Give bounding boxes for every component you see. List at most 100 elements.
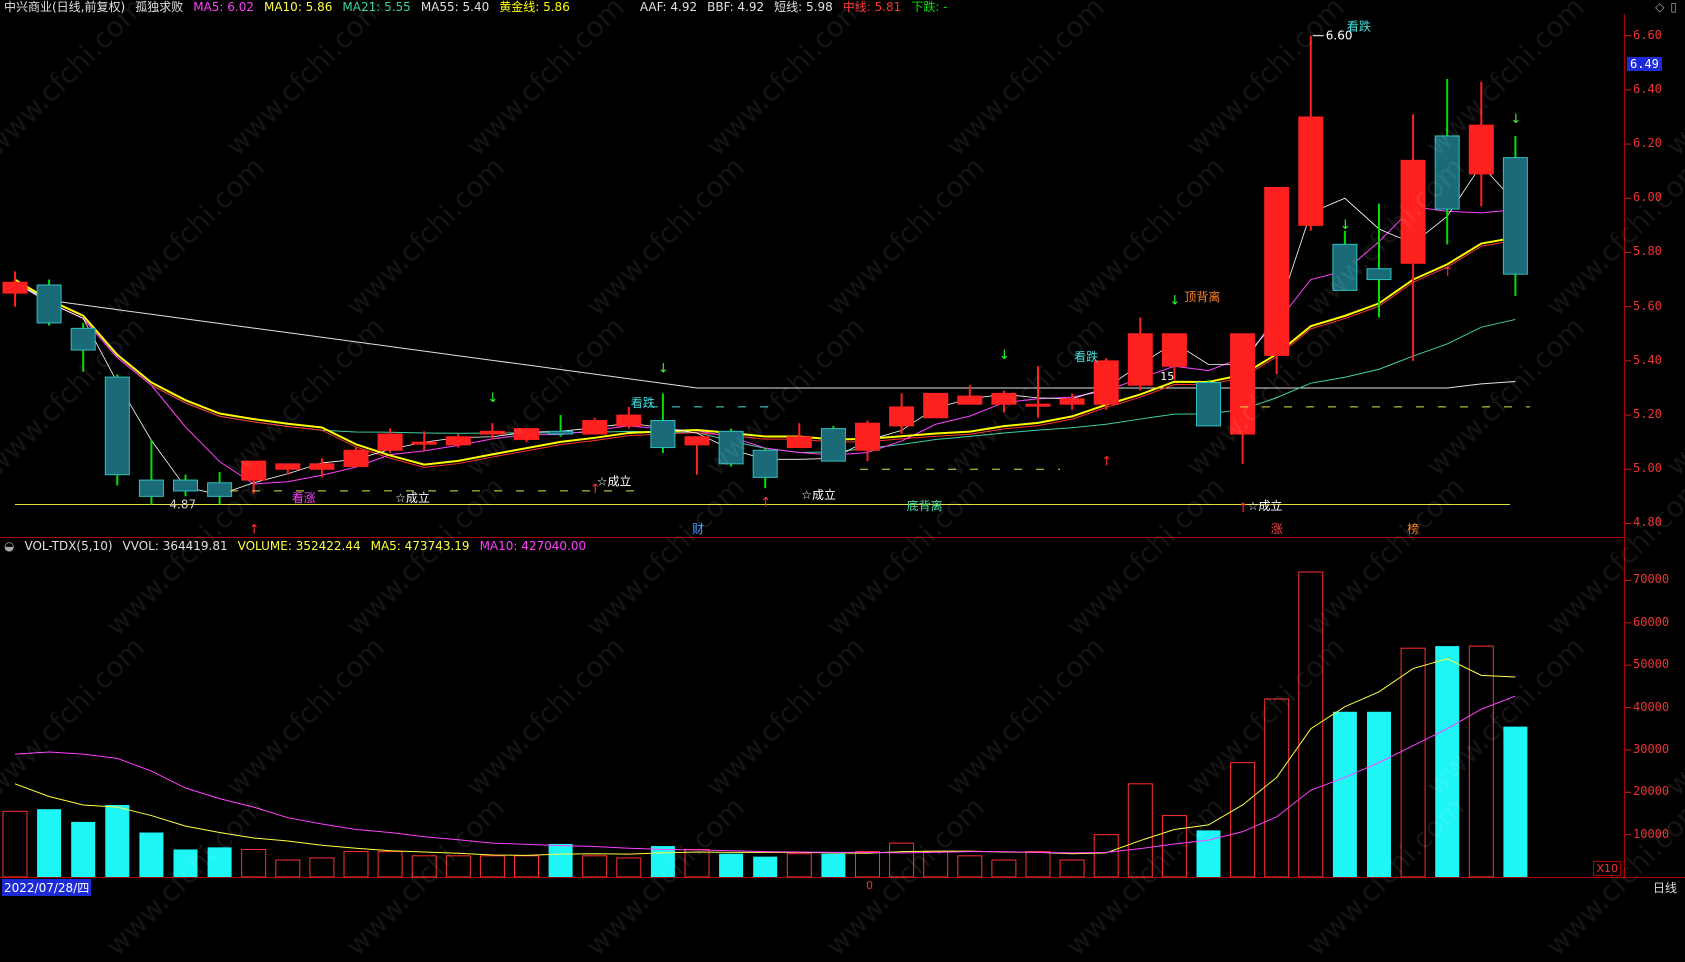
candle-body — [309, 463, 335, 470]
volume-bar — [241, 848, 267, 878]
chengli-label: ☆成立 — [395, 490, 430, 505]
volume-bar — [855, 851, 880, 878]
up-arrow-icon: ↑ — [1238, 501, 1249, 516]
volume-bar — [1093, 834, 1119, 878]
volume-bar — [821, 853, 846, 877]
volume-bar — [889, 842, 915, 878]
volume-bar — [479, 855, 505, 878]
volume-bar — [514, 855, 539, 878]
candle-body — [991, 392, 1017, 405]
up-arrow-icon: ↑ — [590, 482, 601, 497]
candle-body — [684, 436, 710, 446]
volume-bar — [1196, 830, 1221, 877]
kandie-label: 看跌 — [631, 395, 655, 410]
volume-bar — [445, 855, 471, 878]
candle-body — [820, 428, 846, 462]
chengli-label: ☆成立 — [597, 474, 632, 489]
volume-bar — [275, 859, 301, 878]
candle-body — [1025, 403, 1051, 407]
volume-bar — [207, 847, 232, 877]
up-arrow-icon: ↑ — [249, 522, 260, 537]
volume-bar — [1298, 571, 1324, 878]
candle-body — [1502, 157, 1528, 275]
down-arrow-icon: ↓ — [999, 348, 1010, 363]
volume-bar — [71, 821, 96, 877]
candle-body — [718, 430, 744, 465]
volume-bar — [105, 804, 130, 877]
volume-bar — [957, 855, 983, 878]
volume-bar — [1400, 647, 1426, 878]
volume-bar — [2, 810, 28, 878]
kanzhang-label: 看涨 — [292, 490, 316, 505]
candle-body — [1059, 398, 1085, 405]
dingbeili-label: 顶背离 — [1184, 289, 1220, 304]
volume-bar — [582, 855, 608, 878]
candle-body — [445, 436, 471, 446]
chengli-label: ☆成立 — [801, 487, 836, 502]
candle-body — [1332, 243, 1358, 291]
candle-body — [1400, 159, 1426, 264]
volume-bar — [650, 846, 675, 877]
volume-bar — [1264, 698, 1290, 878]
volume-bar — [1503, 726, 1528, 877]
candle-body — [1196, 382, 1221, 427]
ma55-line — [14, 281, 1516, 389]
candle-body — [1468, 124, 1494, 175]
candle-body — [616, 414, 642, 427]
volume-bar — [753, 856, 778, 877]
candle-body — [173, 479, 198, 492]
volume-bar — [1435, 646, 1460, 877]
candle-body — [923, 392, 949, 419]
volume-bar — [548, 843, 573, 877]
volume-ma5-line — [14, 658, 1516, 856]
volume-bar — [1025, 851, 1051, 878]
volume-ma10-line — [14, 695, 1516, 854]
candle-body — [2, 281, 28, 294]
down-arrow-icon: ↓ — [1340, 218, 1351, 233]
mid-label: 15 — [1160, 370, 1174, 383]
candle-body — [36, 284, 62, 324]
volume-bar — [1127, 783, 1153, 878]
volume-bar — [37, 809, 62, 877]
volume-bar — [1367, 711, 1391, 877]
volume-bar — [719, 853, 744, 877]
candle-body — [1366, 268, 1392, 281]
candle-body — [70, 327, 96, 351]
candle-body — [548, 430, 574, 435]
kandie-label: 看跌 — [1074, 349, 1098, 364]
volume-bar — [684, 848, 710, 878]
candle-body — [479, 430, 505, 435]
candle-body — [1264, 186, 1290, 356]
up-arrow-icon: ↑ — [1442, 265, 1453, 280]
down-arrow-icon: ↓ — [1510, 112, 1521, 127]
down-arrow-icon: ↓ — [658, 361, 669, 376]
candle-body — [1127, 333, 1153, 386]
candle-body — [650, 419, 676, 449]
short-line — [14, 164, 1516, 495]
event-cai-label: 财 — [692, 522, 704, 536]
candle-body — [1093, 360, 1119, 405]
candle-body — [104, 376, 130, 476]
low-price-label: 4.87 — [169, 497, 196, 511]
candle-body — [241, 460, 267, 481]
candle-body — [1161, 333, 1187, 367]
volume-bar — [1161, 815, 1187, 878]
candle-body — [207, 482, 233, 497]
volume-bar — [1332, 711, 1357, 877]
candle-body — [786, 436, 812, 449]
candle-body — [1434, 135, 1460, 210]
event-bang-label: 榜 — [1407, 521, 1419, 536]
volume-bar — [139, 832, 164, 877]
candle-body — [1230, 333, 1256, 435]
candle-body — [514, 428, 539, 440]
volume-bar — [1059, 859, 1085, 878]
candle-body — [343, 449, 369, 468]
candle-body — [138, 479, 164, 497]
volume-bar — [411, 855, 437, 878]
candle-body — [582, 419, 608, 435]
event-zhang-label: 涨 — [1271, 521, 1283, 536]
dibeili-label: 底背离 — [907, 498, 943, 513]
down-arrow-icon: ↓ — [487, 391, 498, 406]
volume-bar — [1468, 645, 1494, 878]
kandie-label: 看跌 — [1347, 18, 1371, 33]
